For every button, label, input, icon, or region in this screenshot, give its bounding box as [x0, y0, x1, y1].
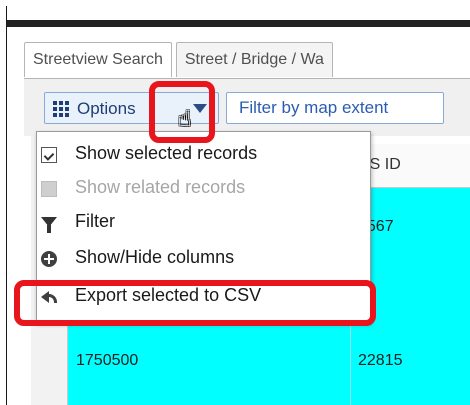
menu-item-show-selected[interactable]: Show selected records [37, 140, 370, 170]
tab-strip: Streetview Search Street / Bridge / Wa [24, 42, 337, 78]
table-cell: 1750500 [76, 352, 139, 369]
highlight-caret-box [149, 81, 215, 143]
menu-item-label: Filter [75, 211, 115, 231]
menu-item-label: Show/Hide columns [75, 247, 235, 267]
menu-item-show-related: Show related records [37, 174, 370, 204]
window-top-bar [7, 20, 470, 27]
tab-streetview-search[interactable]: Streetview Search [24, 42, 172, 77]
filter-by-map-extent-button[interactable]: Filter by map extent [226, 92, 444, 124]
related-records-icon [41, 181, 57, 197]
menu-item-label: Show selected records [75, 143, 258, 163]
show-selected-icon [41, 147, 57, 163]
table-cell: 22815 [358, 352, 403, 369]
grid-icon [53, 101, 69, 117]
options-label: Options [77, 99, 136, 118]
filter-icon [41, 217, 57, 233]
highlight-export-box [14, 280, 376, 326]
menu-item-show-hide-columns[interactable]: Show/Hide columns [37, 244, 370, 274]
plus-circle-icon [41, 251, 57, 267]
menu-item-filter[interactable]: Filter [37, 208, 370, 238]
tab-street-bridge[interactable]: Street / Bridge / Wa [175, 42, 333, 77]
menu-item-label: Show related records [75, 177, 246, 197]
attribute-table-toolbar: Options Filter by map extent [24, 78, 470, 137]
